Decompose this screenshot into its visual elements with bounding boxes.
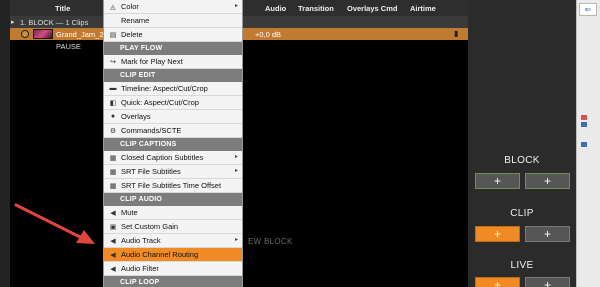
color-bucket-icon: ◬ [110,3,116,11]
menu-section-header: CLIP AUDIO [104,193,242,206]
gain-icon: ▣ [109,223,117,231]
plus-icon: + [493,174,501,188]
block-row-label: 1. BLOCK — 1 Clips [20,18,89,27]
new-block-hint: EW BLOCK [248,237,293,246]
menu-item-label: Closed Caption Subtitles [121,153,204,162]
add-clip-alt-button[interactable]: + [525,226,570,242]
add-block-alt-button[interactable]: + [525,173,570,189]
menu-item-label: Mute [121,208,138,217]
submenu-arrow-icon: ▸ [234,168,238,174]
quick-edit-icon: ◧ [109,99,117,107]
captions-icon: ▦ [109,154,117,162]
mark-play-next-icon: ↪ [110,58,116,66]
timeline-icon: ▬ [109,85,117,92]
menu-item-set-custom-gain[interactable]: ▣ Set Custom Gain [104,220,242,233]
collapse-caret-icon[interactable]: ▸ [11,18,15,26]
menu-item-rename[interactable]: Rename [104,14,242,27]
menu-item-label: Audio Channel Routing [121,250,199,259]
menu-item-label: Color [121,2,139,11]
menu-section-header: PLAY FLOW [104,42,242,55]
audio-track-icon: ◀ [110,237,116,245]
plus-icon: + [493,278,501,287]
column-header-airtime[interactable]: Airtime [410,4,436,13]
add-live-alt-button[interactable]: + [525,277,570,287]
back-arrow-icon[interactable]: ⇐ [579,3,597,16]
menu-item-commands-scte[interactable]: ⚙ Commands/SCTE [104,124,242,137]
menu-item-mute[interactable]: ◀ Mute [104,206,242,219]
marker-icon [581,142,587,147]
menu-section-header: CLIP EDIT [104,69,242,82]
menu-item-label: Set Custom Gain [121,222,179,231]
column-header-transition[interactable]: Transition [298,4,334,13]
menu-item-label: Rename [121,16,150,25]
menu-item-audio-filter[interactable]: ◀ Audio Filter [104,262,242,275]
menu-item-audio-channel-routing[interactable]: ◀ Audio Channel Routing [104,248,242,261]
commands-icon: ⚙ [109,127,117,135]
clip-options-icon[interactable]: ▮ [454,29,464,39]
menu-section-header: CLIP CAPTIONS [104,138,242,151]
column-header-title[interactable]: Title [55,4,70,13]
menu-item-label: Commands/SCTE [121,126,182,135]
menu-section-header: CLIP LOOP [104,276,242,287]
clip-section-label: CLIP [510,208,534,219]
add-block-button[interactable]: + [475,173,520,189]
add-panel: BLOCK + + CLIP + + LIVE + + [468,0,576,287]
menu-item-color[interactable]: ◬ Color ▸ [104,0,242,13]
marker-icon [581,122,587,127]
menu-item-timeline-aspect-cut-crop[interactable]: ▬ Timeline: Aspect/Cut/Crop [104,82,242,95]
srt-offset-icon: ▦ [109,182,117,190]
side-strip: ⇐ [576,0,600,287]
menu-item-srt-file-subtitles-time-offset[interactable]: ▦ SRT File Subtitles Time Offset [104,179,242,192]
marker-icon [581,115,587,120]
add-clip-button[interactable]: + [475,226,520,242]
speaker-icon: ◀ [110,251,116,259]
column-header-audio[interactable]: Audio [265,4,286,13]
overlays-icon: ● [110,113,116,120]
column-header-overlays-cmd[interactable]: Overlays Cmd [347,4,397,13]
plus-icon: + [493,227,501,241]
menu-item-label: Audio Track [121,236,161,245]
plus-icon: + [543,278,551,287]
block-section-label: BLOCK [504,155,540,166]
context-menu: ◬ Color ▸ Rename ▤ Delete PLAY FLOW ↪ Mark for P… [103,0,243,287]
menu-item-label: Mark for Play Next [121,57,183,66]
menu-item-audio-track[interactable]: ◀ Audio Track ▸ [104,234,242,247]
menu-item-srt-file-subtitles[interactable]: ▦ SRT File Subtitles ▸ [104,165,242,178]
menu-item-overlays[interactable]: ● Overlays [104,110,242,123]
blank-icon [107,16,119,26]
menu-item-label: Overlays [121,112,151,121]
submenu-arrow-icon: ▸ [234,237,238,243]
menu-item-label: Audio Filter [121,264,159,273]
speaker-icon: ◀ [110,265,116,273]
menu-item-closed-caption-subtitles[interactable]: ▦ Closed Caption Subtitles ▸ [104,151,242,164]
submenu-arrow-icon: ▸ [234,3,238,9]
clip-thumbnail [33,29,53,39]
menu-item-mark-for-play-next[interactable]: ↪ Mark for Play Next [104,55,242,68]
srt-icon: ▦ [109,168,117,176]
plus-icon: + [543,227,551,241]
delete-icon: ▤ [109,31,117,39]
menu-item-delete[interactable]: ▤ Delete [104,28,242,41]
plus-icon: + [543,174,551,188]
menu-item-label: SRT File Subtitles Time Offset [121,181,222,190]
menu-item-quick-aspect-cut-crop[interactable]: ◧ Quick: Aspect/Cut/Crop [104,96,242,109]
clip-audio-gain: +0,0 dB [255,30,282,39]
menu-item-label: Delete [121,30,143,39]
live-section-label: LIVE [510,260,534,271]
clip-status-icon [21,30,29,38]
menu-item-label: Timeline: Aspect/Cut/Crop [121,84,208,93]
pause-row-label: PAUSE [56,42,81,51]
mute-icon: ◀ [110,209,116,217]
menu-item-label: SRT File Subtitles [121,167,181,176]
add-live-button[interactable]: + [475,277,520,287]
clip-name: Grand_Jam_2 [56,30,104,39]
submenu-arrow-icon: ▸ [234,154,238,160]
menu-item-label: Quick: Aspect/Cut/Crop [121,98,199,107]
